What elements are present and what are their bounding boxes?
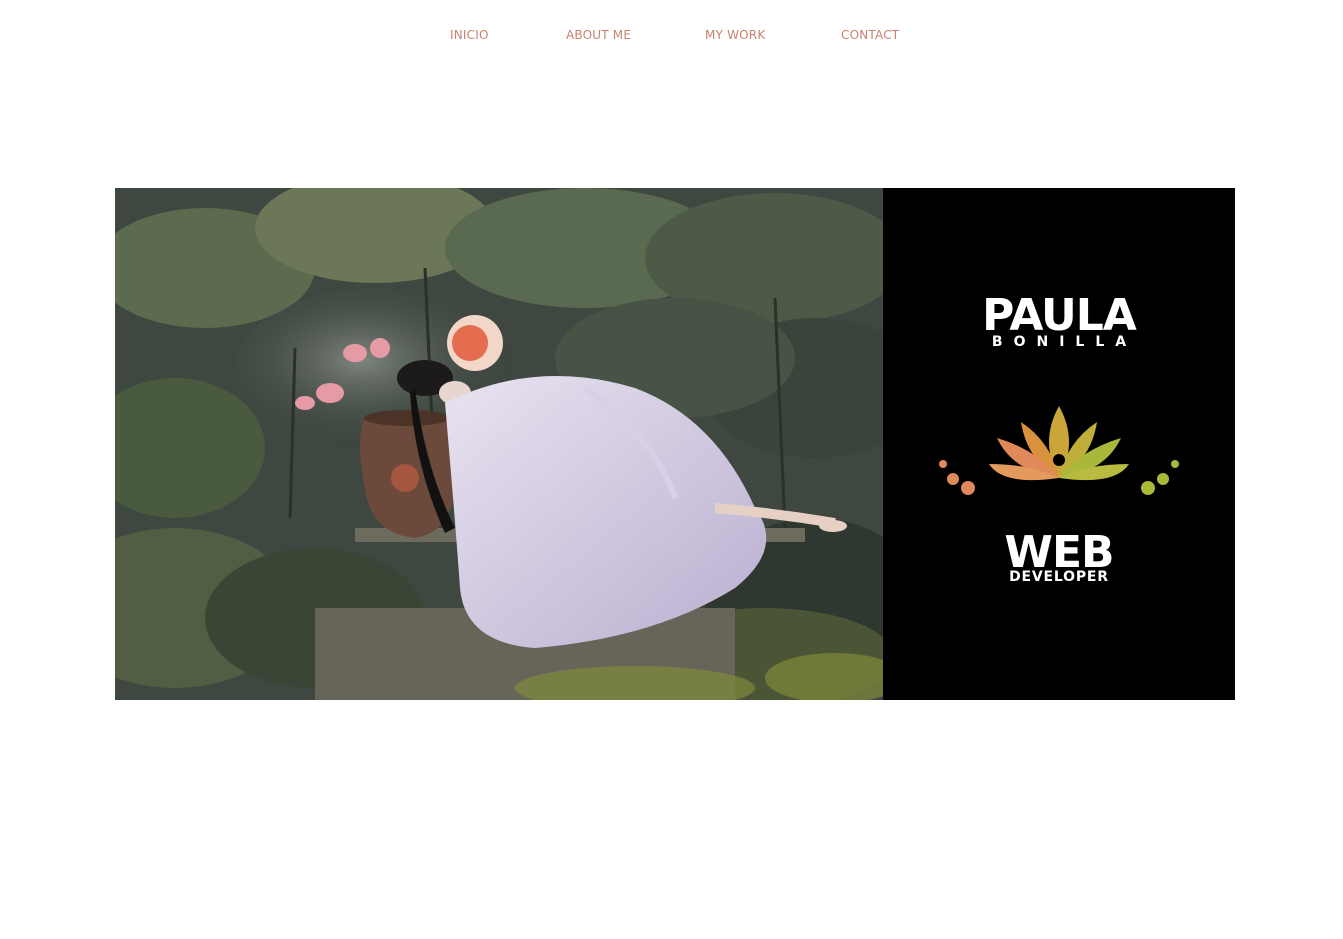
nav-link-inicio[interactable]: INICIO <box>450 28 489 42</box>
brand-surname: BONILLA <box>991 334 1138 350</box>
nav-link-my-work[interactable]: MY WORK <box>705 28 765 42</box>
brand-name: PAULA <box>982 290 1137 341</box>
nav-link-contact[interactable]: CONTACT <box>841 28 899 42</box>
nav-link-about-me[interactable]: ABOUT ME <box>566 28 631 42</box>
role-subtitle: DEVELOPER <box>1009 569 1109 585</box>
hero-photo <box>115 188 883 700</box>
lotus-icon <box>939 406 1179 495</box>
main-nav: INICIO ABOUT ME MY WORK CONTACT <box>0 0 1343 70</box>
hero-photo-illustration <box>115 188 883 700</box>
brand-panel: PAULA BONILLA WEB DEVELOPER <box>883 188 1235 700</box>
hero-banner: PAULA BONILLA WEB DEVELOPER <box>115 188 1235 700</box>
